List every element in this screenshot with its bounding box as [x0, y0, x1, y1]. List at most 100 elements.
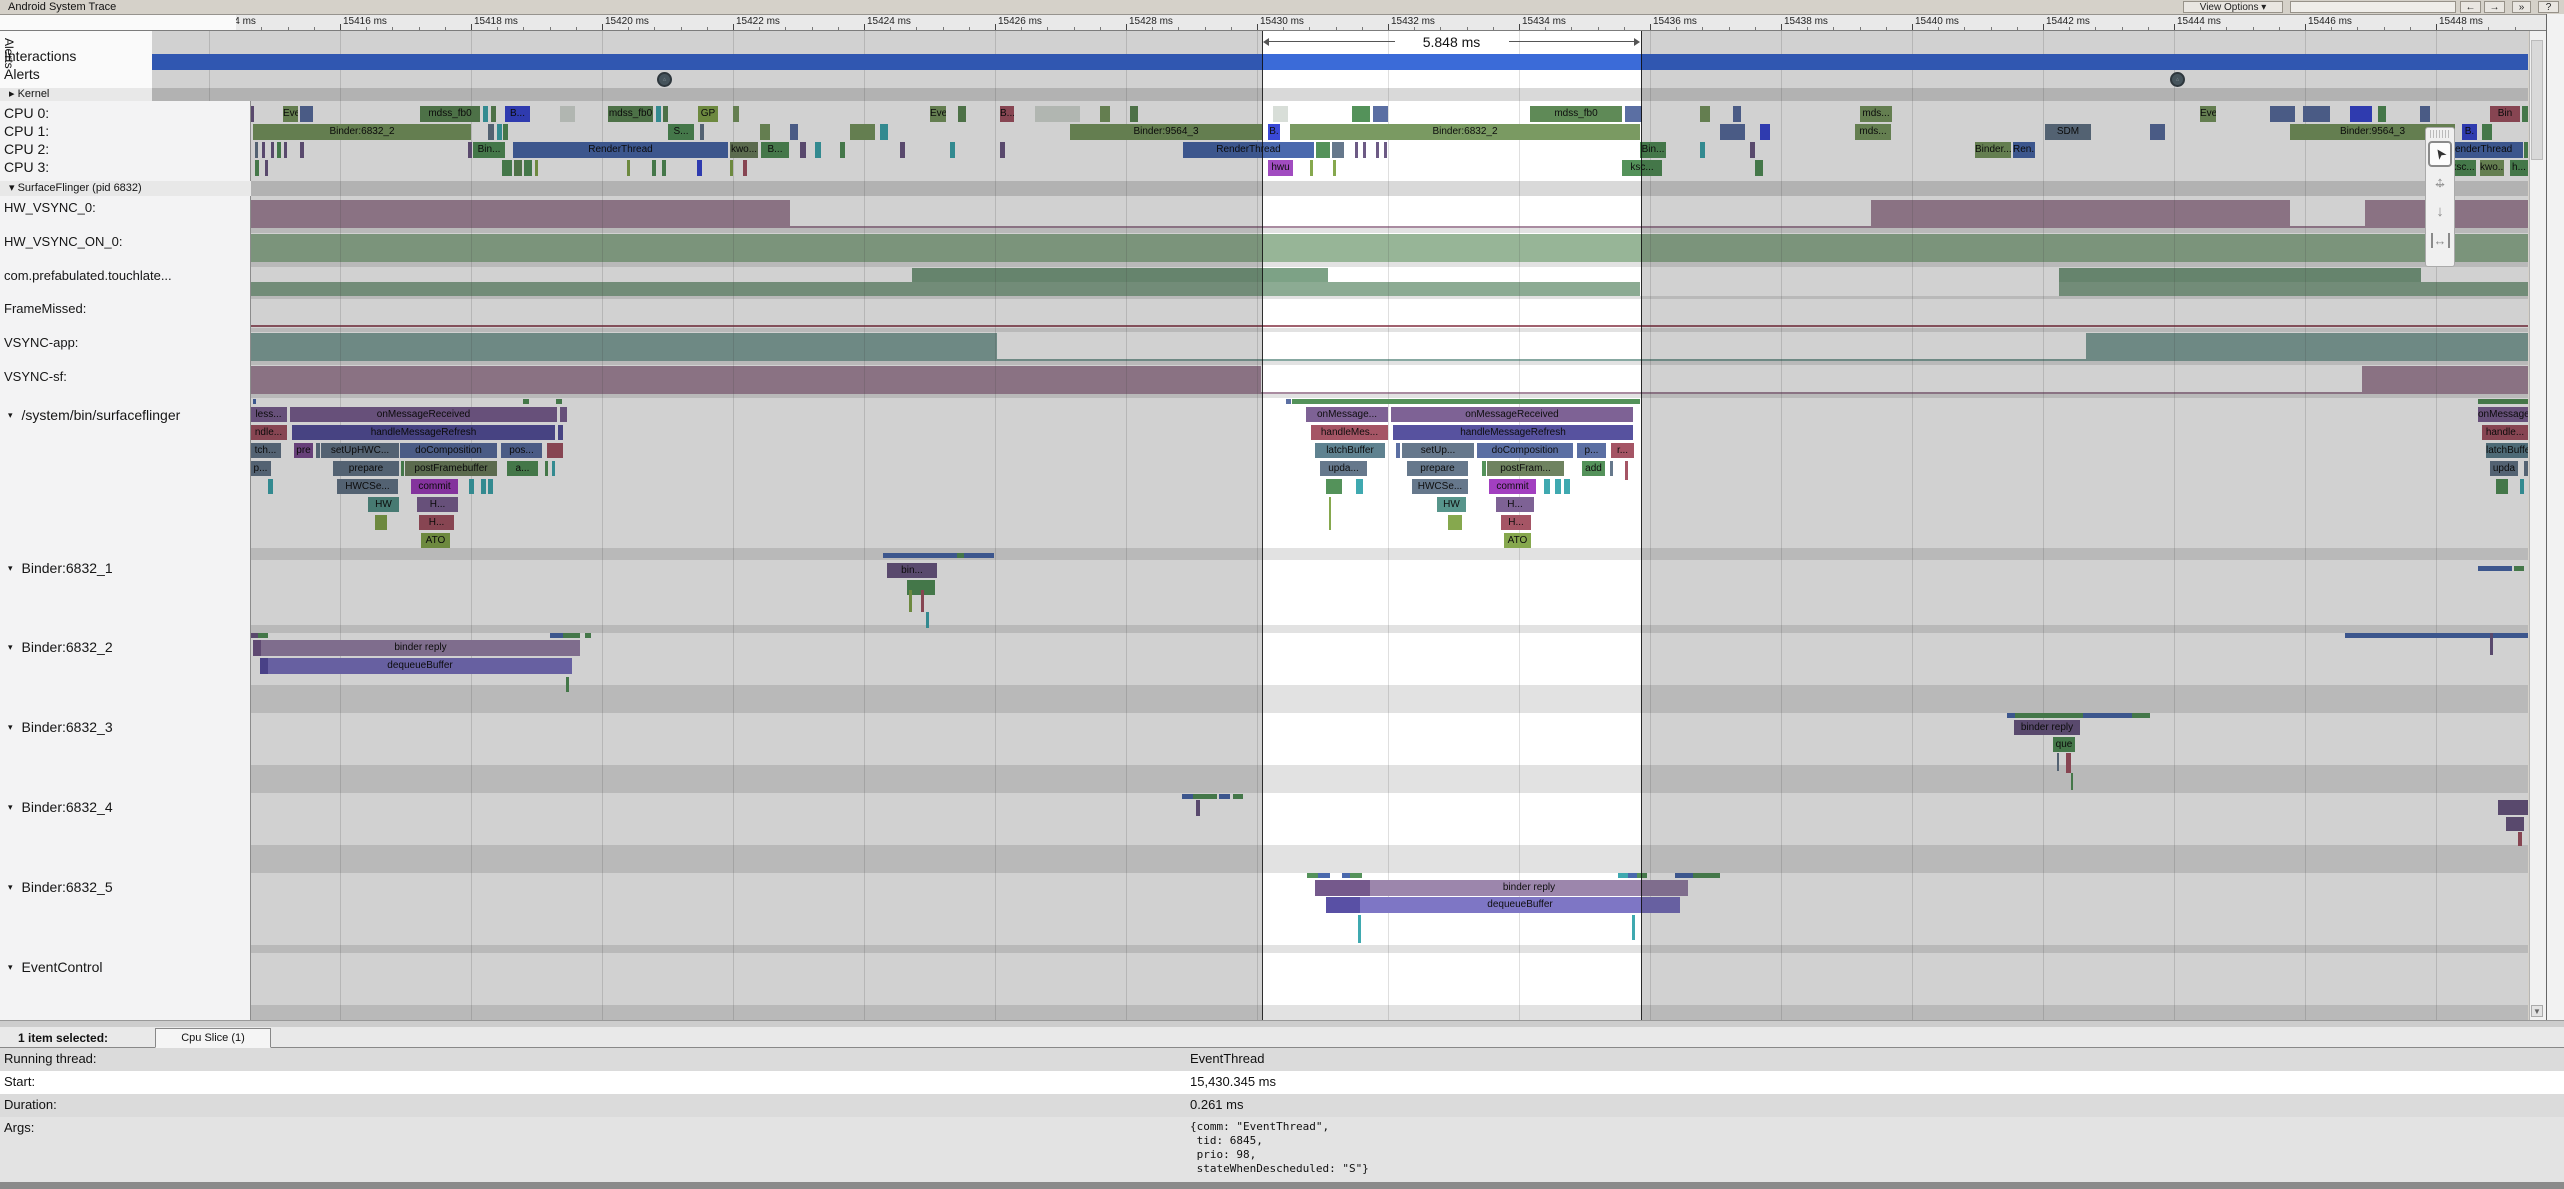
trace-slice[interactable]: HW [1437, 497, 1466, 512]
timing-tool-button[interactable]: ↔ [2428, 228, 2452, 254]
collapse-triangle-icon[interactable]: ▾ [8, 722, 13, 732]
trace-slice[interactable] [1332, 142, 1344, 158]
help-button[interactable]: ? [2538, 1, 2559, 13]
trace-slice[interactable]: latchBuffer [1315, 443, 1385, 458]
trace-slice[interactable]: postFram... [1487, 461, 1564, 476]
trace-slice[interactable]: p... [1577, 443, 1606, 458]
trace-slice[interactable] [1373, 106, 1388, 122]
sidebar-item--system-bin-surfaceflinger[interactable]: ▾/system/bin/surfaceflinger [8, 407, 180, 423]
selection-left-line[interactable] [1262, 31, 1263, 1020]
nav-back-button[interactable]: ← [2460, 1, 2481, 13]
trace-slice[interactable] [1316, 142, 1330, 158]
trace-slice[interactable]: dequeueBuffer [1360, 897, 1680, 913]
trace-slice[interactable] [1384, 142, 1387, 158]
pan-tool-button[interactable]: ↔↕ [2428, 170, 2452, 196]
trace-slice[interactable]: setUp... [1402, 443, 1474, 458]
scroll-down-button[interactable]: ▼ [2531, 1005, 2543, 1017]
trace-slice[interactable]: handleMessageRefresh [1393, 425, 1633, 440]
trace-slice[interactable]: r... [1611, 443, 1634, 458]
trace-slice[interactable] [1356, 479, 1363, 494]
trace-slice[interactable] [1326, 479, 1342, 494]
section-header--surfaceflinger-pid-6832-[interactable]: ▾ SurfaceFlinger (pid 6832) [0, 181, 251, 196]
view-options-button[interactable]: View Options ▾ [2183, 1, 2283, 13]
sidebar-item-binder-6832-4[interactable]: ▾Binder:6832_4 [8, 799, 113, 815]
thread-state-bar[interactable] [1318, 873, 1330, 878]
trace-slice[interactable] [1363, 142, 1366, 158]
nav-forward-button[interactable]: → [2484, 1, 2505, 13]
thread-state-bar[interactable] [1307, 873, 1318, 878]
collapse-triangle-icon[interactable]: ▾ [8, 882, 13, 892]
trace-slice[interactable]: upda... [1320, 461, 1367, 476]
collapse-triangle-icon[interactable]: ▾ [8, 642, 13, 652]
timeline-canvas[interactable]: ▵▵Evemdss_fb0B...mdss_fb0GPEveB...mdss_f… [0, 0, 2564, 1020]
collapse-triangle-icon[interactable]: ▾ [8, 962, 13, 972]
toolbar-blank-field[interactable] [2290, 1, 2456, 13]
ruler-minor-tick [681, 27, 682, 30]
args-value: {comm: "EventThread", tid: 6845, prio: 9… [1190, 1120, 1369, 1176]
trace-slice[interactable] [1555, 479, 1561, 494]
ruler-minor-tick [2226, 27, 2227, 30]
ruler-minor-tick [1493, 27, 1494, 30]
trace-slice[interactable] [1625, 106, 1642, 122]
ruler-tick-label: 15438 ms [1784, 16, 1828, 27]
trace-slice[interactable] [1376, 142, 1379, 158]
scrollbar-thumb[interactable] [2531, 40, 2543, 160]
trace-slice[interactable]: ATO [1504, 533, 1531, 548]
trace-slice[interactable]: mdss_fb0 [1530, 106, 1622, 122]
ruler-minor-tick [392, 27, 393, 30]
thread-state-bar[interactable] [1618, 873, 1628, 878]
sidebar-item-eventcontrol[interactable]: ▾EventControl [8, 959, 102, 975]
trace-slice[interactable]: HWCSe... [1412, 479, 1468, 494]
sidebar-item-binder-6832-3[interactable]: ▾Binder:6832_3 [8, 719, 113, 735]
trace-slice[interactable]: Binder:6832_2 [1290, 124, 1640, 140]
horizontal-scrollbar[interactable] [0, 1020, 2564, 1027]
timeline-ruler[interactable]: 15414 ms15416 ms15418 ms15420 ms15422 ms… [0, 14, 2546, 31]
trace-slice[interactable]: commit [1489, 479, 1536, 494]
zoom-tool-button[interactable]: ↓ [2428, 199, 2452, 225]
trace-slice[interactable]: add [1582, 461, 1605, 476]
collapse-triangle-icon[interactable]: ▾ [8, 802, 13, 812]
ruler-major-tick [2043, 24, 2044, 30]
trace-slice[interactable] [1448, 515, 1462, 530]
vertical-scrollbar[interactable] [2529, 31, 2546, 1020]
thread-state-bar[interactable] [1350, 873, 1362, 878]
section-header--kernel[interactable]: ▸ Kernel [0, 88, 152, 101]
tab-cpu-slice[interactable]: Cpu Slice (1) [155, 1028, 271, 1048]
alerts-side-panel[interactable] [2546, 14, 2564, 1020]
trace-slice[interactable]: prepare [1407, 461, 1468, 476]
trace-slice[interactable] [1355, 142, 1358, 158]
collapse-triangle-icon[interactable]: ▾ [8, 410, 13, 420]
collapse-triangle-icon[interactable]: ▾ [8, 563, 13, 573]
trace-slice[interactable] [1315, 880, 1370, 896]
trace-slice[interactable]: onMessageReceived [1391, 407, 1633, 422]
trace-slice[interactable]: hwu [1268, 160, 1293, 176]
trace-slice[interactable] [1352, 106, 1370, 122]
sidebar-item-binder-6832-1[interactable]: ▾Binder:6832_1 [8, 560, 113, 576]
trace-slice[interactable] [1544, 479, 1550, 494]
thread-state-bar[interactable] [1342, 873, 1350, 878]
trace-slice[interactable] [1610, 461, 1613, 476]
trace-slice[interactable] [1482, 461, 1486, 476]
trace-slice[interactable]: onMessage... [1306, 407, 1388, 422]
trace-slice[interactable]: B. [1268, 124, 1280, 140]
trace-slice[interactable] [1273, 106, 1288, 122]
sidebar-item-binder-6832-5[interactable]: ▾Binder:6832_5 [8, 879, 113, 895]
thread-state-bar[interactable] [1286, 399, 1291, 404]
sidebar-item-binder-6832-2[interactable]: ▾Binder:6832_2 [8, 639, 113, 655]
thread-state-bar[interactable] [1292, 399, 1640, 404]
thread-state-bar[interactable] [1628, 873, 1637, 878]
trace-slice[interactable] [1333, 160, 1336, 176]
selection-tool-button[interactable]: ➤ [2428, 141, 2452, 167]
trace-slice[interactable]: handleMes... [1311, 425, 1388, 440]
selection-right-line[interactable] [1641, 31, 1642, 1020]
trace-slice[interactable]: H... [1496, 497, 1534, 512]
palette-grip-handle[interactable] [2430, 130, 2450, 138]
trace-slice[interactable] [1326, 897, 1360, 913]
trace-slice[interactable] [1310, 160, 1313, 176]
trace-slice[interactable] [1564, 479, 1570, 494]
trace-slice[interactable] [1396, 443, 1400, 458]
trace-slice[interactable]: H... [1501, 515, 1531, 530]
trace-slice[interactable]: doComposition [1477, 443, 1573, 458]
ruler-tick-label: 15424 ms [867, 16, 911, 27]
nav-more-button[interactable]: » [2512, 1, 2531, 13]
